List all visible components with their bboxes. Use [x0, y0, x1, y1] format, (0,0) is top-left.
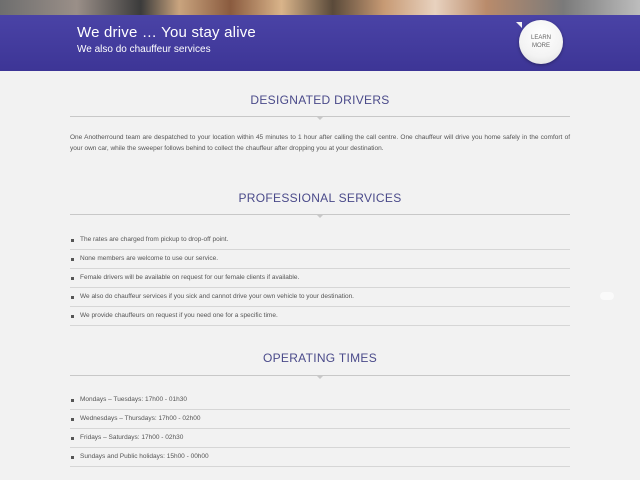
professional-services-list: The rates are charged from pickup to dro… — [70, 231, 570, 326]
list-item: Sundays and Public holidays: 15h00 - 00h… — [70, 448, 570, 467]
list-item: None members are welcome to use our serv… — [70, 250, 570, 269]
bullet-icon — [71, 315, 74, 318]
list-item-text: We provide chauffeurs on request if you … — [80, 312, 278, 319]
divider-caret-icon — [316, 214, 324, 218]
list-item: Mondays – Tuesdays: 17h00 - 01h30 — [70, 391, 570, 410]
list-item-text: Wednesdays – Thursdays: 17h00 - 02h00 — [80, 415, 201, 422]
list-item-text: Female drivers will be available on requ… — [80, 274, 300, 281]
section-title-designated-drivers: DESIGNATED DRIVERS — [250, 93, 390, 107]
divider-caret-icon — [316, 375, 324, 379]
designated-drivers-text: One Anotherround team are despatched to … — [70, 134, 570, 152]
banner-subtitle: We also do chauffeur services — [77, 44, 211, 55]
speech-notch — [516, 22, 522, 28]
section-title-operating-times: OPERATING TIMES — [262, 351, 378, 365]
learn-more-button[interactable]: LEARN MORE — [516, 20, 563, 64]
list-item: Female drivers will be available on requ… — [70, 269, 570, 288]
list-item: Fridays – Saturdays: 17h00 - 02h30 — [70, 429, 570, 448]
bullet-icon — [71, 399, 74, 402]
section-divider — [70, 375, 570, 379]
section-divider — [70, 116, 570, 120]
list-item-text: Fridays – Saturdays: 17h00 - 02h30 — [80, 434, 184, 441]
list-item-text: Mondays – Tuesdays: 17h00 - 01h30 — [80, 396, 187, 403]
banner-title: We drive … You stay alive — [77, 24, 256, 41]
scroll-arrow-icon[interactable] — [600, 292, 614, 300]
list-item-text: We also do chauffeur services if you sic… — [80, 293, 354, 300]
section-divider — [70, 214, 570, 218]
divider-caret-icon — [316, 116, 324, 120]
list-item: Wednesdays – Thursdays: 17h00 - 02h00 — [70, 410, 570, 429]
bullet-icon — [71, 239, 74, 242]
bullet-icon — [71, 437, 74, 440]
bullet-icon — [71, 258, 74, 261]
bullet-icon — [71, 456, 74, 459]
list-item: We also do chauffeur services if you sic… — [70, 288, 570, 307]
section-title-professional-services: PROFESSIONAL SERVICES — [238, 191, 402, 205]
list-item-text: None members are welcome to use our serv… — [80, 255, 219, 262]
hero-photo — [0, 0, 640, 15]
list-item-text: Sundays and Public holidays: 15h00 - 00h… — [80, 453, 209, 460]
bullet-icon — [71, 277, 74, 280]
operating-times-list: Mondays – Tuesdays: 17h00 - 01h30 Wednes… — [70, 391, 570, 467]
list-item-text: The rates are charged from pickup to dro… — [80, 236, 229, 243]
bullet-icon — [71, 296, 74, 299]
banner: We drive … You stay alive We also do cha… — [0, 15, 640, 71]
bullet-icon — [71, 418, 74, 421]
list-item: We provide chauffeurs on request if you … — [70, 307, 570, 326]
learn-more-label: LEARN MORE — [530, 35, 551, 49]
list-item: The rates are charged from pickup to dro… — [70, 231, 570, 250]
